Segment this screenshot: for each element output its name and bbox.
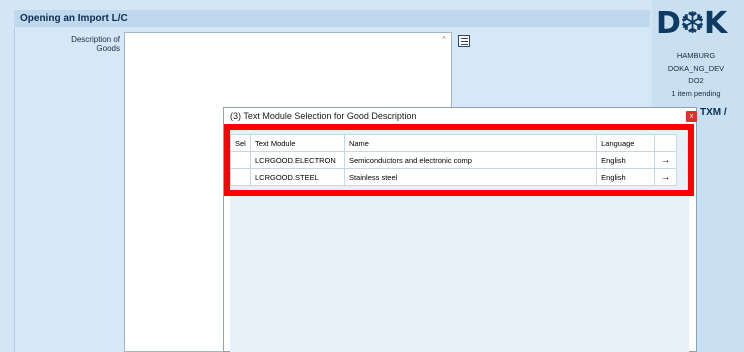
dialog-title: (3) Text Module Selection for Good Descr…	[230, 111, 417, 121]
table-row[interactable]: LCRGOOD.ELECTRON Semiconductors and elec…	[230, 151, 677, 169]
column-header-language[interactable]: Language	[596, 134, 655, 152]
row-select-cell[interactable]	[230, 151, 251, 169]
text-module-list-icon[interactable]	[458, 35, 470, 47]
name-cell: Semiconductors and electronic comp	[343, 151, 598, 169]
server-info: HAMBURG DOKA_NG_DEV DO2 1 item pending	[656, 50, 736, 100]
row-select-cell[interactable]	[230, 168, 251, 186]
environment-label: DOKA_NG_DEV	[667, 63, 725, 73]
location-label: HAMBURG	[676, 51, 716, 60]
text-module-table: Sel Text Module Name Language LCRGOOD.EL…	[230, 134, 677, 186]
column-header-name[interactable]: Name	[343, 134, 598, 152]
instance-label: DO2	[688, 76, 704, 85]
scroll-up-icon[interactable]: ^	[438, 34, 450, 46]
close-icon[interactable]: x	[686, 111, 697, 122]
pending-items-link[interactable]: 1 item pending	[656, 88, 736, 101]
description-of-goods-label: Description of Goods	[71, 35, 120, 53]
arrow-right-icon[interactable]: →	[654, 151, 677, 169]
company-logo: D❆K	[656, 6, 727, 41]
page-title: Opening an Import L/C	[14, 10, 650, 27]
txm-section-label: TXM /	[700, 107, 727, 118]
text-module-cell: LCRGOOD.ELECTRON	[249, 151, 345, 169]
column-header-text-module[interactable]: Text Module	[249, 134, 345, 152]
text-module-cell: LCRGOOD.STEEL	[249, 168, 345, 186]
language-cell: English	[596, 151, 655, 169]
arrow-right-icon[interactable]: →	[654, 168, 677, 186]
column-header-sel[interactable]: Sel	[230, 134, 251, 152]
language-cell: English	[596, 168, 655, 186]
column-header-action	[654, 134, 677, 152]
table-header-row: Sel Text Module Name Language	[230, 134, 677, 152]
table-row[interactable]: LCRGOOD.STEEL Stainless steel English →	[230, 168, 677, 186]
name-cell: Stainless steel	[343, 168, 598, 186]
